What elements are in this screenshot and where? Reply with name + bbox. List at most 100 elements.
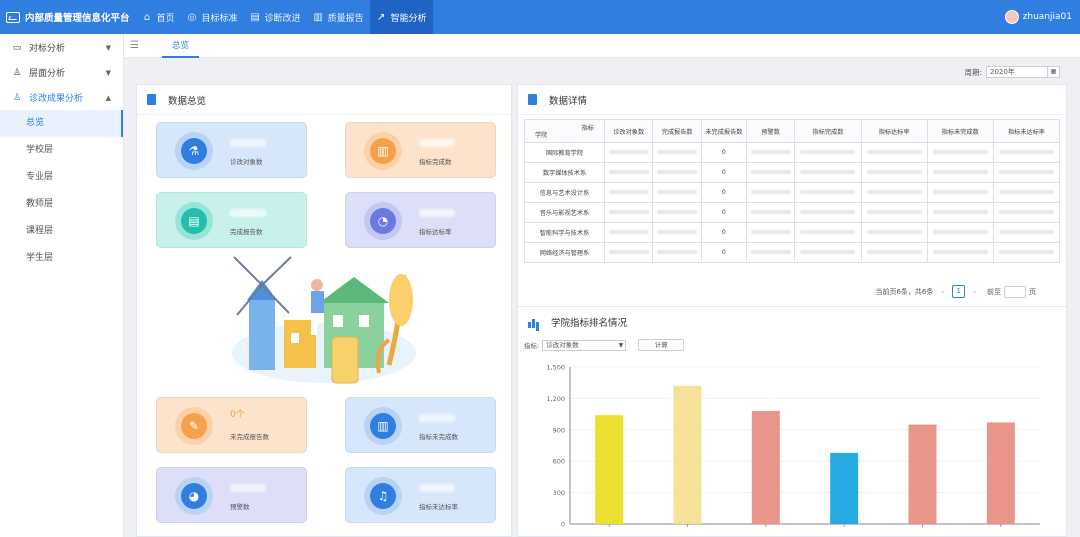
obscured-value (657, 190, 698, 194)
tab-bar: ☰ 总览 (124, 34, 1080, 58)
chevron-left-icon[interactable]: ‹ (941, 288, 944, 296)
row-college-name: 数字媒体技术系 (524, 162, 605, 183)
nav-diagnosis-label: 诊断改进 (264, 13, 301, 24)
cell-obscured (652, 182, 702, 203)
sidebar-group-level[interactable]: ♙ 层面分析 ▼ (0, 60, 123, 85)
cell-unfinished-reports: 0 (700, 242, 747, 263)
document-icon (528, 94, 537, 105)
cell-unfinished-reports: 0 (700, 162, 747, 183)
chevron-right-icon[interactable]: › (973, 288, 976, 296)
table-row: 音乐与影视艺术系 0 (524, 202, 1061, 223)
goto-page-input[interactable] (1004, 285, 1026, 298)
table-row: 信息与艺术设计系 0 (524, 182, 1061, 203)
user-menu[interactable]: zhuanjia01 (1004, 0, 1072, 34)
ranking-controls: 指标: 诊改对象数 ▼ 计算 (524, 339, 685, 351)
layers-icon: ♙ (12, 67, 22, 78)
pagination-summary: 当前页6条，共6条 (875, 287, 934, 296)
overview-panel: 数据总览 ⚗ 诊改对象数 ▥ 指标完成数 ▤ 完成报告数 ◔ 指标达标率 ✎ 0… (136, 84, 512, 537)
chevron-up-icon: ▲ (105, 93, 111, 102)
metric-select[interactable]: 诊改对象数 ▼ (542, 339, 627, 351)
cell-obscured (860, 142, 928, 163)
card-value (419, 209, 455, 217)
column-header[interactable]: 诊改对象数 (603, 119, 654, 143)
main-nav: ⌂ 首页 ◎ 目标标准 ▤ 诊断改进 ▥ 质量报告 ↗ 智能分析 (136, 0, 433, 34)
card-indicators-completed[interactable]: ▥ 指标完成数 (345, 122, 496, 178)
obscured-value (998, 170, 1054, 174)
sidebar-item-student[interactable]: 学生层 (0, 245, 123, 272)
row-college-name: 国际教育学院 (524, 142, 605, 163)
brand[interactable]: 内部质量管理信息化平台 (0, 0, 136, 34)
sidebar-item-course[interactable]: 课程层 (0, 218, 123, 245)
cell-obscured (652, 162, 702, 183)
row-college-name: 音乐与影视艺术系 (524, 202, 605, 223)
calendar-icon[interactable]: ▦ (1047, 67, 1059, 77)
bar-2 (673, 385, 702, 524)
period-select[interactable]: 2020年 ▦ (986, 66, 1060, 78)
card-indicator-rate[interactable]: ◔ 指标达标率 (345, 192, 496, 248)
obscured-value (800, 170, 856, 174)
cell-obscured (652, 142, 702, 163)
table-row: 数字媒体技术系 0 (524, 162, 1061, 183)
file-icon: ▤ (175, 202, 213, 240)
column-header[interactable]: 完成报告数 (652, 119, 702, 143)
nav-diagnosis[interactable]: ▤ 诊断改进 (244, 0, 307, 34)
monitor-icon: ▭ (12, 42, 22, 53)
cell-obscured (992, 142, 1061, 163)
sidebar-item-overview[interactable]: 总览 (0, 110, 123, 137)
nav-target-standard[interactable]: ◎ 目标标准 (181, 0, 244, 34)
card-reports-unfinished[interactable]: ✎ 0个 未完成报告数 (156, 397, 307, 453)
card-warnings[interactable]: ◕ 预警数 (156, 467, 307, 523)
cell-obscured (745, 242, 796, 263)
sidebar-item-school[interactable]: 学校层 (0, 137, 123, 164)
sidebar-group-benchmark[interactable]: ▭ 对标分析 ▼ (0, 35, 123, 60)
cell-obscured (652, 202, 702, 223)
obscured-value (657, 210, 698, 214)
nav-smart-analysis[interactable]: ↗ 智能分析 (369, 0, 433, 34)
cell-obscured (860, 162, 928, 183)
card-label: 未完成报告数 (230, 433, 269, 441)
column-header[interactable]: 预警数 (745, 119, 796, 143)
row-college-name: 信息与艺术设计系 (524, 182, 605, 203)
card-label: 指标达标率 (419, 228, 452, 236)
column-header[interactable]: 未完成报告数 (700, 119, 747, 143)
card-diagnosis-objects[interactable]: ⚗ 诊改对象数 (156, 122, 307, 178)
obscured-value (750, 230, 791, 234)
nav-quality-report[interactable]: ▥ 质量报告 (307, 0, 370, 34)
thumbs-up-icon: ♙ (12, 92, 22, 103)
obscured-value (998, 150, 1054, 154)
menu-toggle-icon[interactable]: ☰ (130, 40, 139, 51)
sidebar-item-teacher[interactable]: 教师层 (0, 191, 123, 218)
obscured-value (800, 210, 856, 214)
period-filter: 周期: 2020年 ▦ (964, 66, 1060, 78)
bar-6 (986, 422, 1015, 524)
obscured-value (866, 230, 922, 234)
cell-obscured (926, 162, 994, 183)
cell-obscured (652, 222, 702, 243)
nav-report-label: 质量报告 (327, 13, 364, 24)
cell-unfinished-reports: 0 (700, 182, 747, 203)
compute-button[interactable]: 计算 (638, 339, 685, 351)
obscured-value (608, 170, 649, 174)
card-indicator-fail-rate[interactable]: ♫ 指标未达标率 (345, 467, 496, 523)
cell-obscured (926, 182, 994, 203)
nav-home[interactable]: ⌂ 首页 (136, 0, 181, 34)
page-number-current[interactable]: 1 (952, 285, 966, 298)
column-header[interactable]: 指标未达标率 (992, 119, 1061, 143)
sidebar-group-results[interactable]: ♙ 诊改成果分析 ▲ (0, 85, 123, 110)
sidebar-item-major[interactable]: 专业层 (0, 164, 123, 191)
chevron-down-icon: ▼ (105, 68, 111, 77)
column-header[interactable]: 指标未完成数 (926, 119, 994, 143)
card-reports-completed[interactable]: ▤ 完成报告数 (156, 192, 307, 248)
trend-chart-icon: ↗ (376, 11, 386, 23)
column-header[interactable]: 指标完成数 (794, 119, 862, 143)
card-label: 指标未达标率 (419, 503, 458, 511)
period-value: 2020年 (990, 68, 1015, 76)
obscured-value (998, 250, 1054, 254)
bar-4 (830, 452, 859, 524)
column-header[interactable]: 指标达标率 (860, 119, 928, 143)
card-indicators-unfinished[interactable]: ▥ 指标未完成数 (345, 397, 496, 453)
obscured-value (657, 150, 698, 154)
tab-overview[interactable]: 总览 (162, 34, 200, 58)
obscured-value (608, 150, 649, 154)
cell-obscured (794, 202, 862, 223)
